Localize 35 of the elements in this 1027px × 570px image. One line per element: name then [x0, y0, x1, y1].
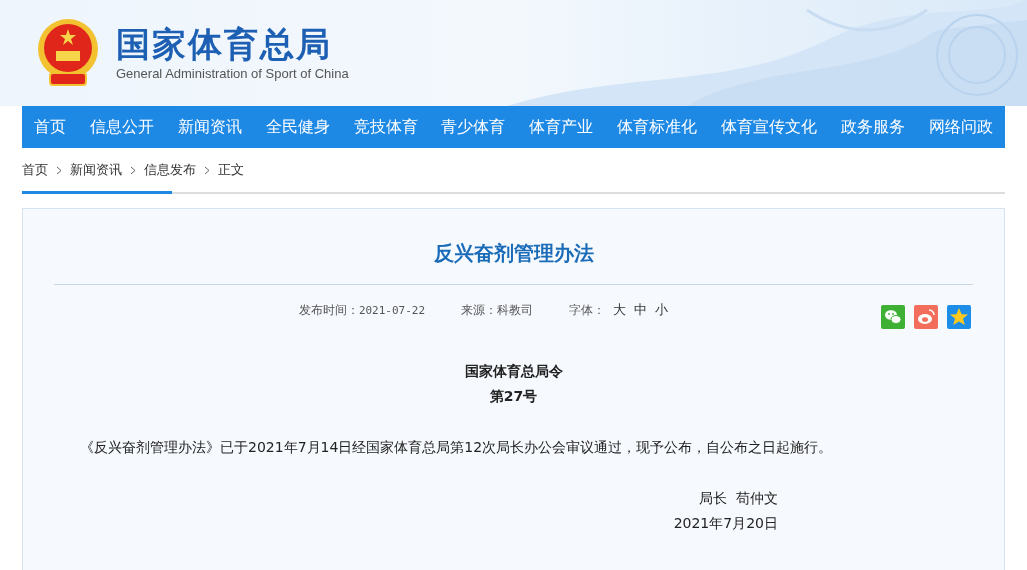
nav-link[interactable]: 青少体育 [441, 115, 506, 139]
nav-link[interactable]: 政务服务 [841, 115, 905, 139]
breadcrumb-link[interactable]: 正文 [218, 160, 244, 180]
publish-date: 发布时间：2021-07-22 [298, 301, 426, 319]
font-size-link[interactable]: 小 [655, 300, 669, 320]
breadcrumb-link[interactable]: 首页 [22, 160, 48, 180]
breadcrumb-link[interactable]: 信息发布 [144, 160, 196, 180]
nav-link[interactable]: 体育宣传文化 [721, 115, 818, 139]
site-subtitle: General Administration of Sport of China [116, 65, 349, 83]
wechat-icon[interactable] [881, 305, 905, 329]
breadcrumb-link[interactable]: 新闻资讯 [70, 160, 122, 180]
nav-link[interactable]: 体育产业 [529, 115, 594, 139]
chevron-icon [130, 165, 136, 175]
order-title: 国家体育总局令 [464, 362, 563, 381]
nav-link[interactable]: 竞技体育 [353, 115, 418, 139]
signed-date: 2021年7月20日 [673, 514, 778, 533]
signature: 局长 苟仲文 [699, 489, 778, 508]
weibo-icon[interactable] [914, 305, 938, 329]
order-number: 第27号 [489, 387, 538, 406]
emblem-icon [36, 17, 100, 89]
font-size-label: 字体： [569, 302, 606, 319]
nav-link[interactable]: 信息公开 [89, 115, 154, 139]
font-size-link[interactable]: 大 [613, 300, 627, 320]
nav-link[interactable]: 全民健身 [265, 115, 330, 139]
nav-link[interactable]: 网络问政 [928, 115, 993, 139]
nav-link[interactable]: 首页 [34, 115, 66, 139]
article-title: 反兴奋剂管理办法 [433, 239, 594, 267]
nav-link[interactable]: 体育标准化 [617, 115, 698, 139]
font-size-link[interactable]: 中 [634, 300, 648, 320]
chevron-icon [56, 165, 62, 175]
source-text: 来源：科教司 [461, 302, 534, 319]
article-body: 《反兴奋剂管理办法》已于2021年7月14日经国家体育总局第12次局长办公会审议通过，现予公布，自公布之日起施行。 [80, 438, 834, 457]
chevron-icon [204, 165, 210, 175]
nav-link[interactable]: 新闻资讯 [177, 115, 242, 139]
site-title: 国家体育总局 [116, 23, 333, 65]
